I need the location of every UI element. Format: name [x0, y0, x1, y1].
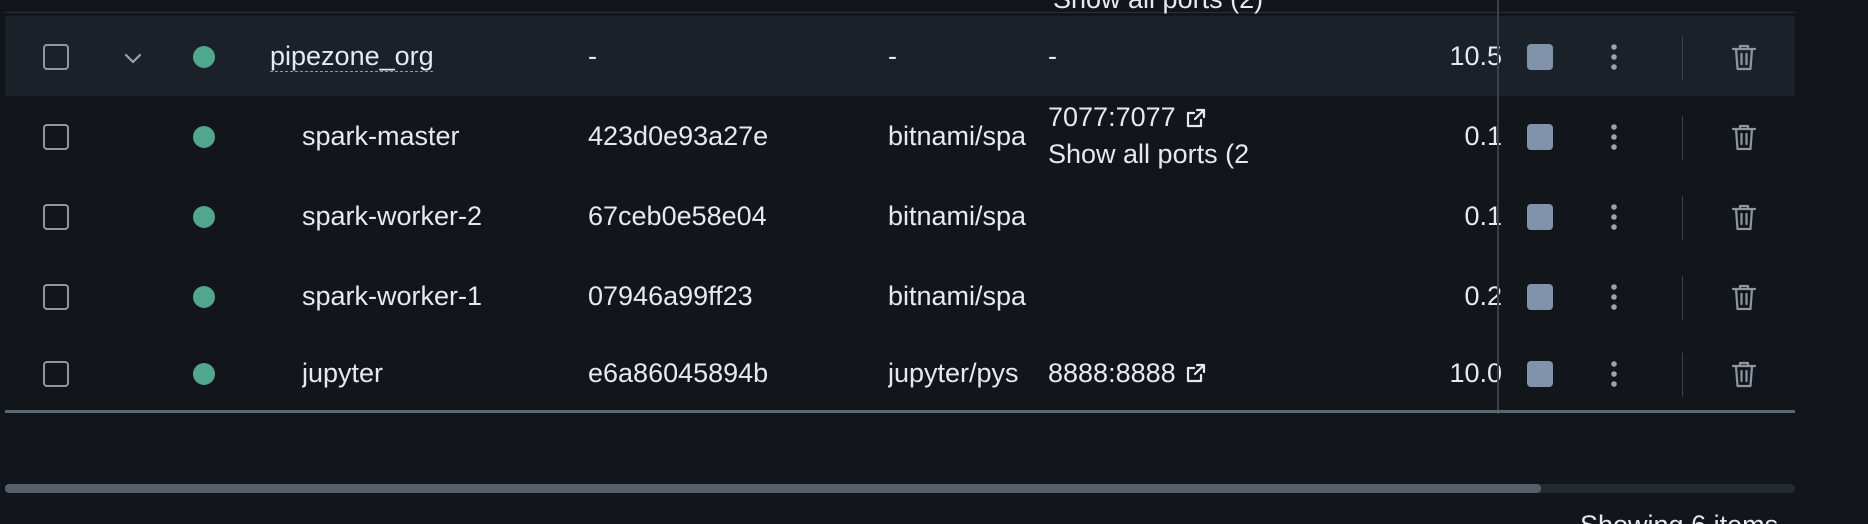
table-row[interactable]: spark-worker-1 07946a99ff23 bitnami/spa … — [5, 256, 1795, 336]
container-image: bitnami/spa — [888, 200, 1027, 231]
container-id: - — [588, 40, 597, 71]
trash-icon[interactable] — [1729, 122, 1759, 152]
table-row[interactable]: spark-worker-2 67ceb0e58e04 bitnami/spa … — [5, 176, 1795, 256]
container-id: e6a86045894b — [588, 357, 769, 388]
external-link-icon[interactable] — [1184, 106, 1208, 130]
chevron-down-icon[interactable] — [121, 46, 145, 70]
row-checkbox[interactable] — [43, 204, 69, 230]
row-checkbox[interactable] — [43, 361, 69, 387]
cpu-usage: 0.1 — [1464, 120, 1502, 151]
stop-icon[interactable] — [1527, 361, 1553, 387]
status-running-icon — [193, 46, 215, 68]
container-image: bitnami/spa — [888, 280, 1027, 311]
sticky-column-divider — [1497, 0, 1499, 414]
container-name[interactable]: pipezone_org — [270, 16, 434, 96]
container-id: 07946a99ff23 — [588, 280, 753, 311]
container-name[interactable]: jupyter — [302, 333, 383, 413]
container-ports: - — [1048, 16, 1248, 96]
container-name[interactable]: spark-worker-1 — [302, 256, 482, 336]
trash-icon[interactable] — [1729, 202, 1759, 232]
container-name[interactable]: spark-worker-2 — [302, 176, 482, 256]
stop-icon[interactable] — [1527, 44, 1553, 70]
container-image: jupyter/pys — [888, 357, 1019, 388]
trash-icon[interactable] — [1729, 282, 1759, 312]
table-top-divider — [5, 12, 1795, 13]
ports-overflow-text[interactable]: Show all ports (2) — [1053, 0, 1263, 15]
container-name[interactable]: spark-master — [302, 96, 460, 176]
containers-table: Show all ports (2) pipezone_org - - - 10… — [5, 0, 1795, 414]
row-checkbox[interactable] — [43, 44, 69, 70]
port-mapping: - — [1048, 40, 1057, 71]
container-id: 423d0e93a27e — [588, 120, 769, 151]
cpu-usage: 0.2 — [1464, 280, 1502, 311]
kebab-menu-icon[interactable] — [1608, 203, 1620, 231]
show-all-ports-link[interactable]: Show all ports (2) — [1048, 139, 1248, 170]
actions-separator — [1682, 276, 1683, 320]
kebab-menu-icon[interactable] — [1608, 43, 1620, 71]
table-row-group[interactable]: pipezone_org - - - 10.5 — [5, 16, 1795, 96]
actions-separator — [1682, 36, 1683, 80]
container-id: 67ceb0e58e04 — [588, 200, 767, 231]
actions-separator — [1682, 353, 1683, 397]
cpu-usage: 10.5 — [1449, 40, 1502, 71]
cpu-usage: 10.0 — [1449, 357, 1502, 388]
kebab-menu-icon[interactable] — [1608, 360, 1620, 388]
stop-icon[interactable] — [1527, 204, 1553, 230]
kebab-menu-icon[interactable] — [1608, 283, 1620, 311]
horizontal-scrollbar[interactable] — [5, 484, 1795, 493]
actions-separator — [1682, 116, 1683, 160]
container-image: bitnami/spa — [888, 120, 1027, 151]
port-mapping[interactable]: 7077:7077 — [1048, 102, 1176, 133]
status-running-icon — [193, 286, 215, 308]
stop-icon[interactable] — [1527, 284, 1553, 310]
actions-separator — [1682, 196, 1683, 240]
status-running-icon — [193, 363, 215, 385]
container-ports: 8888:8888 — [1048, 333, 1248, 413]
trash-icon[interactable] — [1729, 42, 1759, 72]
cpu-usage: 0.1 — [1464, 200, 1502, 231]
row-checkbox[interactable] — [43, 284, 69, 310]
table-bottom-divider — [5, 410, 1795, 413]
scrollbar-thumb[interactable] — [5, 484, 1541, 493]
trash-icon[interactable] — [1729, 359, 1759, 389]
container-image: - — [888, 40, 897, 71]
stop-icon[interactable] — [1527, 124, 1553, 150]
kebab-menu-icon[interactable] — [1608, 123, 1620, 151]
port-mapping[interactable]: 8888:8888 — [1048, 358, 1176, 389]
container-ports: 7077:7077 Show all ports (2) — [1048, 96, 1248, 176]
status-running-icon — [193, 206, 215, 228]
external-link-icon[interactable] — [1184, 361, 1208, 385]
items-count-text: Showing 6 items — [1580, 510, 1778, 524]
row-checkbox[interactable] — [43, 124, 69, 150]
table-row[interactable]: spark-master 423d0e93a27e bitnami/spa 70… — [5, 96, 1795, 176]
status-running-icon — [193, 126, 215, 148]
table-row[interactable]: jupyter e6a86045894b jupyter/pys 8888:88… — [5, 333, 1795, 413]
